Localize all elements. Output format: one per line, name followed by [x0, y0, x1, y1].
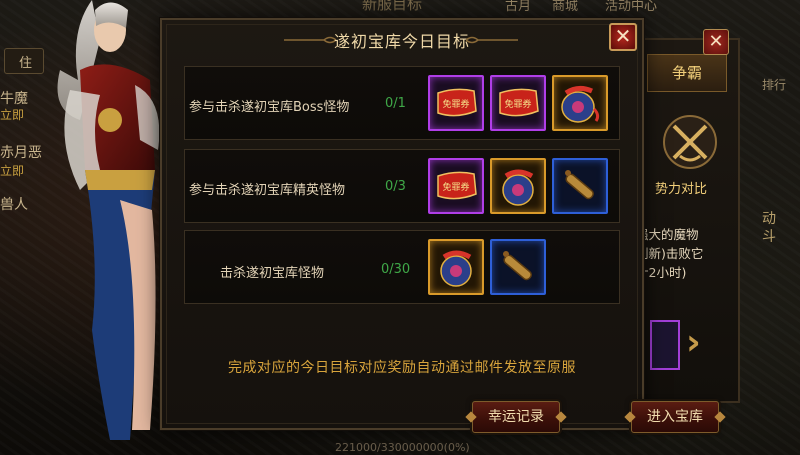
reward-slot-exemption-ticket[interactable]: 免罪券	[428, 158, 484, 214]
bg-tab-guyue[interactable]: 古月	[505, 0, 531, 14]
bg-boss-name[interactable]: 兽人	[0, 194, 28, 214]
bg-tab-new-server-goals[interactable]: 新服目标	[362, 0, 422, 14]
bg-boss-name[interactable]: 牛魔	[0, 88, 28, 108]
bg-desc-line: 刷新)击败它	[636, 246, 704, 261]
bg-boss-name[interactable]: 赤月恶	[0, 142, 42, 162]
treasury-daily-goals-dialog: 遂初宝库今日目标 ✕ 参与击杀遂初宝库Boss怪物 0/1 免罪券 免罪券 参与…	[160, 18, 644, 430]
bg-item-thumbnail[interactable]	[650, 320, 680, 370]
goal-description: 参与击杀遂初宝库精英怪物	[189, 183, 346, 198]
reward-mail-notice: 完成对应的今日目标对应奖励自动通过邮件发放至原服	[228, 360, 576, 376]
bg-compare-label[interactable]: 势力对比	[655, 178, 707, 197]
reward-slot-treasure-bag[interactable]	[552, 75, 608, 131]
bg-boss-status: 立即	[0, 164, 25, 178]
goal-progress: 0/3	[385, 179, 406, 194]
reward-slot-treasure-bag[interactable]	[428, 239, 484, 295]
bg-tab-events[interactable]: 活动中心	[605, 0, 657, 14]
scroll-icon	[503, 251, 532, 281]
bg-tab-shop[interactable]: 商城	[552, 0, 578, 14]
goal-progress: 0/1	[385, 96, 406, 111]
bg-close-button[interactable]: ✕	[703, 29, 729, 55]
bg-side-label: 动	[762, 211, 776, 227]
goal-row: 击杀遂初宝库怪物 0/30	[184, 230, 620, 304]
close-button[interactable]: ✕	[609, 23, 637, 51]
ticket-label: 免罪券	[504, 98, 531, 110]
bg-side-label: 斗	[762, 229, 776, 245]
reward-slot-exemption-ticket[interactable]: 免罪券	[428, 75, 484, 131]
goal-progress: 0/30	[381, 262, 411, 277]
bg-tab-contention[interactable]: 争霸	[647, 54, 727, 92]
next-arrow-icon[interactable]: ›	[686, 322, 701, 363]
crossed-swords-icon	[663, 115, 717, 169]
enter-treasury-button[interactable]: 进入宝库	[631, 401, 719, 433]
goal-row: 参与击杀遂初宝库精英怪物 0/3 免罪券	[184, 149, 620, 223]
reward-slot-treasure-bag[interactable]	[490, 158, 546, 214]
reward-slot-scroll[interactable]	[552, 158, 608, 214]
dialog-title: 遂初宝库今日目标	[333, 32, 470, 51]
goal-row: 参与击杀遂初宝库Boss怪物 0/1 免罪券 免罪券	[184, 66, 620, 140]
reward-slot-scroll[interactable]	[490, 239, 546, 295]
bg-boss-status: 立即	[0, 108, 25, 122]
bg-side-label[interactable]: 排行	[762, 76, 786, 93]
reward-slot-exemption-ticket[interactable]: 免罪券	[490, 75, 546, 131]
scroll-icon	[565, 170, 594, 200]
title-ornament-right	[466, 36, 518, 44]
bg-desc-line: 强大的魔物	[636, 227, 699, 242]
heroine-character-art	[57, 0, 160, 440]
bg-left-tab[interactable]: 住	[4, 48, 44, 74]
treasure-bag-icon	[561, 85, 600, 123]
ticket-label: 免罪券	[442, 98, 469, 110]
exemption-ticket-icon: 免罪券	[437, 88, 477, 117]
ticket-label: 免罪券	[442, 181, 469, 193]
treasure-bag-icon	[440, 250, 472, 287]
goal-description: 参与击杀遂初宝库Boss怪物	[189, 100, 350, 115]
exp-bar-text: 221000/330000000(0%)	[335, 441, 470, 454]
exemption-ticket-icon: 免罪券	[499, 88, 539, 117]
lucky-record-button[interactable]: 幸运记录	[472, 401, 560, 433]
exemption-ticket-icon: 免罪券	[437, 171, 477, 200]
treasure-bag-icon	[502, 169, 534, 206]
goal-description: 击杀遂初宝库怪物	[220, 266, 325, 281]
